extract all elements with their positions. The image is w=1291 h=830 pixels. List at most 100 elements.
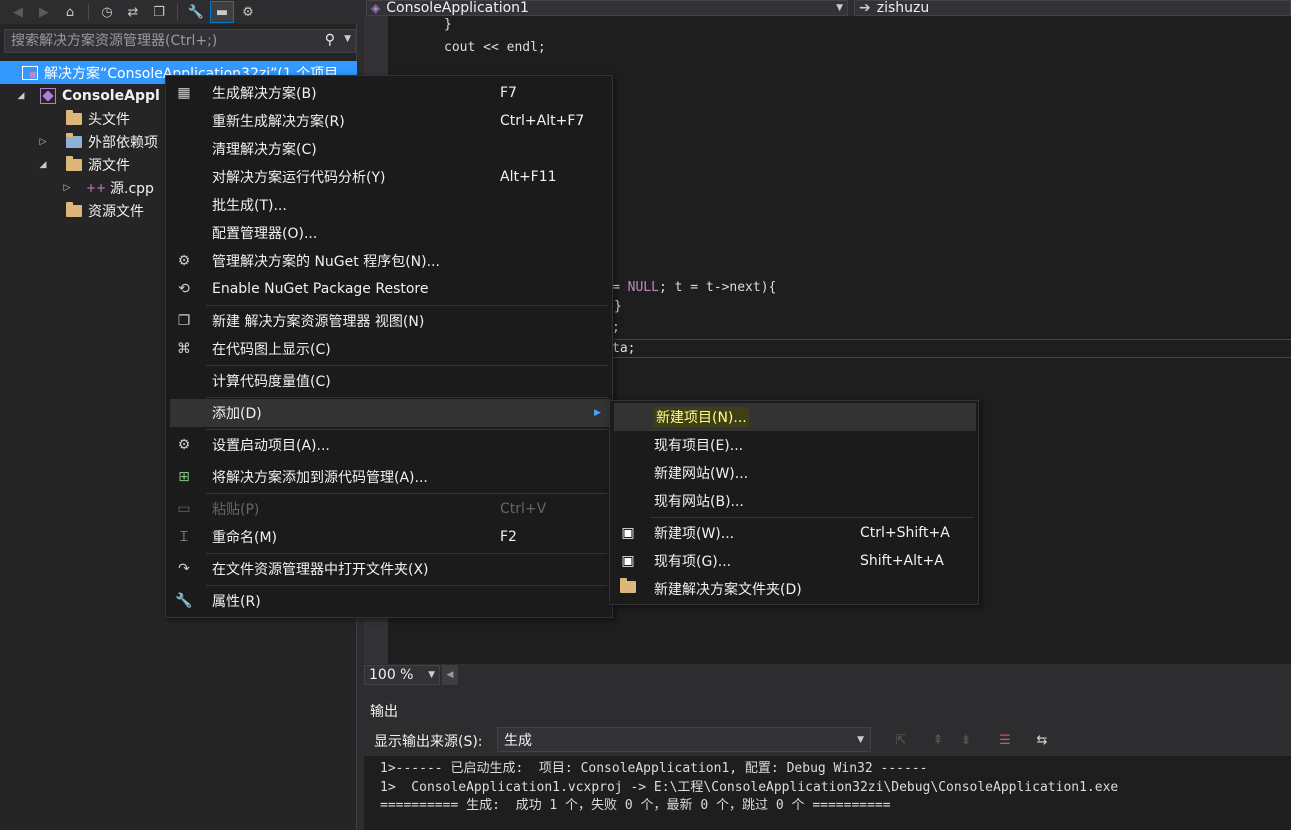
output-source-label: 显示输出来源(S): xyxy=(374,734,483,750)
preview-icon[interactable]: ▬ xyxy=(210,1,234,23)
collapsed-icon[interactable]: ▷ xyxy=(36,137,50,147)
menu-item-new-website[interactable]: 新建网站(W)... xyxy=(610,459,978,487)
menu-item-rename[interactable]: ⌶ 重命名(M) F2 xyxy=(166,523,612,551)
solution-explorer-toolbar: ◀ ▶ ⌂ ◷ ⇄ ❐ 🔧 ▬ ⚙ xyxy=(0,0,357,24)
zoom-combo[interactable]: 100 % ▼ xyxy=(364,665,440,685)
submenu-arrow-icon: ▶ xyxy=(594,408,601,418)
menu-separator xyxy=(206,553,608,554)
menu-item-nuget-restore[interactable]: ⟲ Enable NuGet Package Restore xyxy=(166,275,612,303)
toggle-word-wrap-icon[interactable]: ⇆ xyxy=(1031,729,1053,751)
tree-item-label: ConsoleAppl xyxy=(62,87,160,104)
search-icon[interactable]: ⚲ xyxy=(325,32,335,48)
scope-combo[interactable]: ➔ zishuzu xyxy=(854,0,1291,16)
expanded-icon[interactable]: ◢ xyxy=(36,160,50,170)
forward-icon[interactable]: ▶ xyxy=(32,1,56,23)
arrow-right-icon: ➔ xyxy=(859,0,871,16)
chevron-down-icon[interactable]: ▼ xyxy=(428,670,435,680)
folder-icon xyxy=(64,201,84,219)
tree-item-label: 外部依赖项 xyxy=(88,134,158,151)
scroll-left-icon[interactable]: ◀ xyxy=(442,665,458,685)
new-view-icon: ❐ xyxy=(177,313,191,329)
menu-item-add-to-source-control[interactable]: ⊞ 将解决方案添加到源代码管理(A)... xyxy=(166,463,612,491)
code-line: ta; xyxy=(612,341,636,356)
code-line: ; xyxy=(612,320,620,335)
menu-item-properties[interactable]: 🔧 属性(R) xyxy=(166,587,612,615)
menu-item-build-solution[interactable]: ▦ 生成解决方案(B) F7 xyxy=(166,79,612,107)
add-submenu: 新建项目(N)... 现有项目(E)... 新建网站(W)... 现有网站(B)… xyxy=(609,400,979,605)
menu-item-clean-solution[interactable]: 清理解决方案(C) xyxy=(166,135,612,163)
chevron-down-icon[interactable]: ▼ xyxy=(344,34,351,44)
output-line: 1> ConsoleApplication1.vcxproj -> E:\工程\… xyxy=(380,780,1119,795)
solution-icon xyxy=(20,65,40,81)
open-folder-icon: ↷ xyxy=(178,561,190,577)
build-icon: ▦ xyxy=(177,85,191,101)
wrench-icon: 🔧 xyxy=(175,593,193,609)
menu-item-new-explorer-view[interactable]: ❐ 新建 解决方案资源管理器 视图(N) xyxy=(166,307,612,335)
clear-all-icon[interactable]: ☰ xyxy=(994,729,1016,751)
menu-item-new-project[interactable]: 新建项目(N)... xyxy=(614,403,976,431)
code-map-icon: ⌘ xyxy=(177,341,191,357)
tree-item-label: 资源文件 xyxy=(88,203,144,220)
home-icon[interactable]: ⌂ xyxy=(58,1,82,23)
menu-item-paste: ▭ 粘贴(P) Ctrl+V xyxy=(166,495,612,523)
menu-item-batch-build[interactable]: 批生成(T)... xyxy=(166,191,612,219)
menu-item-open-in-explorer[interactable]: ↷ 在文件资源管理器中打开文件夹(X) xyxy=(166,555,612,583)
project-icon: ◈ xyxy=(371,1,381,15)
solution-context-menu: ▦ 生成解决方案(B) F7 重新生成解决方案(R) Ctrl+Alt+F7 清… xyxy=(165,75,613,618)
output-line: ========== 生成: 成功 1 个，失败 0 个，最新 0 个，跳过 0… xyxy=(380,798,891,813)
output-source-value: 生成 xyxy=(504,732,532,749)
menu-item-new-solution-folder[interactable]: 新建解决方案文件夹(D) xyxy=(610,575,978,603)
toolbar-divider xyxy=(88,4,89,20)
menu-item-add[interactable]: 添加(D) ▶ xyxy=(170,399,610,427)
menu-item-existing-project[interactable]: 现有项目(E)... xyxy=(610,431,978,459)
sync-icon[interactable]: ⇄ xyxy=(121,1,145,23)
dependencies-icon xyxy=(64,132,84,150)
collapse-icon[interactable]: ❐ xyxy=(147,1,171,23)
menu-item-code-metrics[interactable]: 计算代码度量值(C) xyxy=(166,367,612,395)
cpp-project-icon xyxy=(38,87,58,104)
menu-item-set-startup-projects[interactable]: ⚙ 设置启动项目(A)... xyxy=(166,431,612,459)
solution-search-box[interactable]: ⚲ ▼ xyxy=(4,29,356,53)
expanded-icon[interactable]: ◢ xyxy=(14,91,28,101)
menu-separator xyxy=(206,397,608,398)
find-message-icon[interactable]: ⇱ xyxy=(890,729,912,751)
folder-icon xyxy=(64,109,84,127)
scope-combo-value: zishuzu xyxy=(876,0,930,16)
code-line: } xyxy=(614,299,622,314)
rename-icon: ⌶ xyxy=(179,529,189,545)
menu-separator xyxy=(206,305,608,306)
menu-item-new-item[interactable]: ▣ 新建项(W)... Ctrl+Shift+A xyxy=(610,519,978,547)
project-combo-value: ConsoleApplication1 xyxy=(386,0,529,16)
solution-search-input[interactable] xyxy=(11,33,311,49)
output-title: 输出 xyxy=(370,704,398,720)
back-icon[interactable]: ◀ xyxy=(6,1,30,23)
code-line: cout << endl; xyxy=(444,40,546,55)
next-message-icon[interactable]: ⇟ xyxy=(955,729,977,751)
menu-item-rebuild-solution[interactable]: 重新生成解决方案(R) Ctrl+Alt+F7 xyxy=(166,107,612,135)
folder-icon xyxy=(64,155,84,173)
menu-item-existing-website[interactable]: 现有网站(B)... xyxy=(610,487,978,515)
code-line: } xyxy=(444,17,452,32)
source-control-icon: ⊞ xyxy=(178,469,190,485)
menu-item-run-code-analysis[interactable]: 对解决方案运行代码分析(Y) Alt+F11 xyxy=(166,163,612,191)
menu-separator xyxy=(206,585,608,586)
menu-item-manage-nuget[interactable]: ⚙ 管理解决方案的 NuGet 程序包(N)... xyxy=(166,247,612,275)
editor-zoom-bar: 100 % ▼ ◀ xyxy=(364,664,1291,686)
project-combo[interactable]: ◈ ConsoleApplication1 ▼ xyxy=(366,0,848,16)
class-diagram-icon[interactable]: ⚙ xyxy=(236,1,260,23)
menu-item-existing-item[interactable]: ▣ 现有项(G)... Shift+Alt+A xyxy=(610,547,978,575)
prev-message-icon[interactable]: ⇞ xyxy=(927,729,949,751)
output-source-select[interactable]: 生成 ▼ xyxy=(497,727,871,752)
history-icon[interactable]: ◷ xyxy=(95,1,119,23)
code-line: = NULL; t = t->next){ xyxy=(612,280,777,295)
collapsed-icon[interactable]: ▷ xyxy=(60,183,74,193)
menu-item-configuration-manager[interactable]: 配置管理器(O)... xyxy=(166,219,612,247)
menu-separator xyxy=(650,517,974,518)
properties-icon[interactable]: 🔧 xyxy=(184,1,208,23)
output-line: 1>------ 已启动生成: 项目: ConsoleApplication1,… xyxy=(380,761,928,776)
toolbar-divider xyxy=(177,4,178,20)
solution-folder-icon xyxy=(618,578,638,597)
chevron-down-icon[interactable]: ▼ xyxy=(857,735,864,745)
menu-item-show-on-code-map[interactable]: ⌘ 在代码图上显示(C) xyxy=(166,335,612,363)
chevron-down-icon[interactable]: ▼ xyxy=(836,3,843,13)
